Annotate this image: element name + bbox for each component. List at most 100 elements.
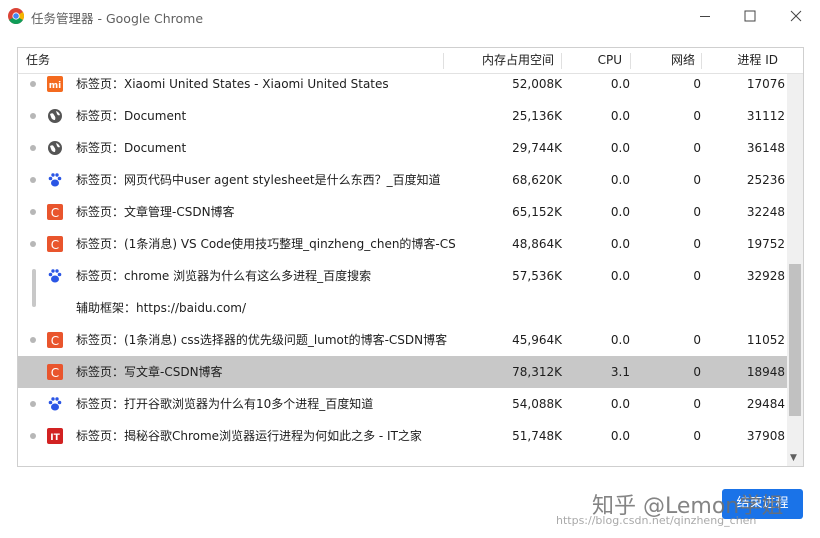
task-label: 标签页：Document <box>76 109 187 123</box>
baidu-paw-icon <box>47 172 63 188</box>
network-value: 0 <box>693 333 701 347</box>
memory-value: 54,088K <box>512 397 562 411</box>
pid-value: 18948 <box>746 365 785 379</box>
maximize-button[interactable] <box>735 4 765 28</box>
task-label: 标签页：网页代码中user agent stylesheet是什么东西？_百度知… <box>76 173 441 187</box>
table-row[interactable]: 标签页：打开谷歌浏览器为什么有10多个进程_百度知道 54,088K 0.0 0… <box>18 388 787 420</box>
table-row-selected[interactable]: C 标签页：写文章-CSDN博客 78,312K 3.1 0 18948 <box>18 356 787 388</box>
bullet <box>30 433 36 439</box>
bullet <box>30 113 36 119</box>
memory-value: 57,536K <box>512 269 562 283</box>
network-value: 0 <box>693 77 701 91</box>
table-row[interactable]: mi 标签页：Xiaomi United States - Xiaomi Uni… <box>18 74 787 100</box>
cpu-value: 0.0 <box>610 397 630 411</box>
table-row[interactable]: C 标签页：(1条消息) VS Code使用技巧整理_qinzheng_chen… <box>18 228 787 260</box>
bullet <box>30 81 36 87</box>
svg-text:C: C <box>51 238 59 252</box>
baidu-paw-icon <box>47 268 63 284</box>
cpu-value: 0.0 <box>610 141 630 155</box>
memory-value: 48,864K <box>512 237 562 251</box>
maximize-icon <box>744 10 756 22</box>
vertical-scrollbar[interactable]: ▼ <box>787 74 803 466</box>
close-icon <box>790 10 802 22</box>
table-row[interactable]: 标签页：Document 29,744K 0.0 0 36148 <box>18 132 787 164</box>
column-header-memory[interactable]: 内存占用空间 <box>448 48 554 73</box>
table-row[interactable]: 标签页：网页代码中user agent stylesheet是什么东西？_百度知… <box>18 164 787 196</box>
csdn-icon: C <box>47 364 63 380</box>
table-row-subframe[interactable]: 辅助框架：https://baidu.com/ <box>18 292 787 324</box>
bullet <box>30 177 36 183</box>
svg-text:C: C <box>51 334 59 348</box>
task-label: 辅助框架：https://baidu.com/ <box>76 301 247 315</box>
network-value: 0 <box>693 205 701 219</box>
pid-value: 29484 <box>746 397 785 411</box>
cpu-value: 0.0 <box>610 77 630 91</box>
cpu-value: 0.0 <box>610 429 630 443</box>
task-label: 标签页：Xiaomi United States - Xiaomi United… <box>76 77 389 91</box>
title-bar: 任务管理器 - Google Chrome <box>0 0 820 32</box>
task-label: 标签页：写文章-CSDN博客 <box>76 365 223 379</box>
task-list: mi 标签页：Xiaomi United States - Xiaomi Uni… <box>18 74 787 466</box>
memory-value: 65,152K <box>512 205 562 219</box>
column-header-network[interactable]: 网络 <box>635 48 695 73</box>
network-value: 0 <box>693 237 701 251</box>
task-label: 标签页：(1条消息) VS Code使用技巧整理_qinzheng_chen的博… <box>76 237 456 251</box>
pid-value: 19752 <box>746 237 785 251</box>
scroll-down-arrow-icon[interactable]: ▼ <box>790 453 797 463</box>
network-value: 0 <box>693 397 701 411</box>
bullet <box>30 145 36 151</box>
cpu-value: 0.0 <box>610 205 630 219</box>
task-label: 标签页：文章管理-CSDN博客 <box>76 205 235 219</box>
cpu-value: 0.0 <box>610 237 630 251</box>
svg-text:C: C <box>51 366 59 380</box>
csdn-icon: C <box>47 236 63 252</box>
task-label: 标签页：打开谷歌浏览器为什么有10多个进程_百度知道 <box>76 397 374 411</box>
network-value: 0 <box>693 365 701 379</box>
bullet <box>30 209 36 215</box>
pid-value: 36148 <box>746 141 785 155</box>
scrollbar-thumb[interactable] <box>789 264 801 416</box>
globe-icon <box>47 140 63 156</box>
pid-value: 37908 <box>746 429 785 443</box>
baidu-paw-icon <box>47 396 63 412</box>
table-row[interactable]: 标签页：chrome 浏览器为什么有这么多进程_百度搜索 57,536K 0.0… <box>18 260 787 292</box>
table-row[interactable]: IT 标签页：揭秘谷歌Chrome浏览器运行进程为何如此之多 - IT之家 51… <box>18 420 787 452</box>
svg-text:mi: mi <box>49 81 61 91</box>
memory-value: 52,008K <box>512 77 562 91</box>
minimize-icon <box>700 16 710 17</box>
bullet <box>30 241 36 247</box>
cpu-value: 0.0 <box>610 109 630 123</box>
table-row[interactable]: C 标签页：(1条消息) css选择器的优先级问题_lumot的博客-CSDN博… <box>18 324 787 356</box>
svg-text:IT: IT <box>50 433 60 443</box>
pid-value: 31112 <box>746 109 785 123</box>
cpu-value: 0.0 <box>610 173 630 187</box>
task-label: 标签页：(1条消息) css选择器的优先级问题_lumot的博客-CSDN博客 <box>76 333 448 347</box>
minimize-button[interactable] <box>690 4 720 28</box>
column-header-pid[interactable]: 进程 ID <box>706 48 778 73</box>
table-row[interactable]: 标签页：Document 25,136K 0.0 0 31112 <box>18 100 787 132</box>
globe-icon <box>47 108 63 124</box>
column-header-cpu[interactable]: CPU <box>566 48 622 73</box>
chrome-logo-icon <box>8 8 24 24</box>
network-value: 0 <box>693 141 701 155</box>
close-button[interactable] <box>781 4 811 28</box>
table-row[interactable]: C 标签页：文章管理-CSDN博客 65,152K 0.0 0 32248 <box>18 196 787 228</box>
svg-text:C: C <box>51 206 59 220</box>
task-label: 标签页：chrome 浏览器为什么有这么多进程_百度搜索 <box>76 269 372 283</box>
network-value: 0 <box>693 109 701 123</box>
watermark-url: https://blog.csdn.net/qinzheng_chen <box>556 514 757 527</box>
pid-value: 25236 <box>746 173 785 187</box>
memory-value: 29,744K <box>512 141 562 155</box>
memory-value: 78,312K <box>512 365 562 379</box>
memory-value: 45,964K <box>512 333 562 347</box>
cpu-value: 3.1 <box>610 365 630 379</box>
column-header-task[interactable]: 任务 <box>26 48 50 73</box>
bullet <box>30 401 36 407</box>
task-label: 标签页：揭秘谷歌Chrome浏览器运行进程为何如此之多 - IT之家 <box>76 429 422 443</box>
memory-value: 51,748K <box>512 429 562 443</box>
cpu-value: 0.0 <box>610 333 630 347</box>
pid-value: 32928 <box>746 269 785 283</box>
ithome-icon: IT <box>47 428 63 444</box>
pid-value: 11052 <box>746 333 785 347</box>
window-title: 任务管理器 - Google Chrome <box>31 11 204 26</box>
